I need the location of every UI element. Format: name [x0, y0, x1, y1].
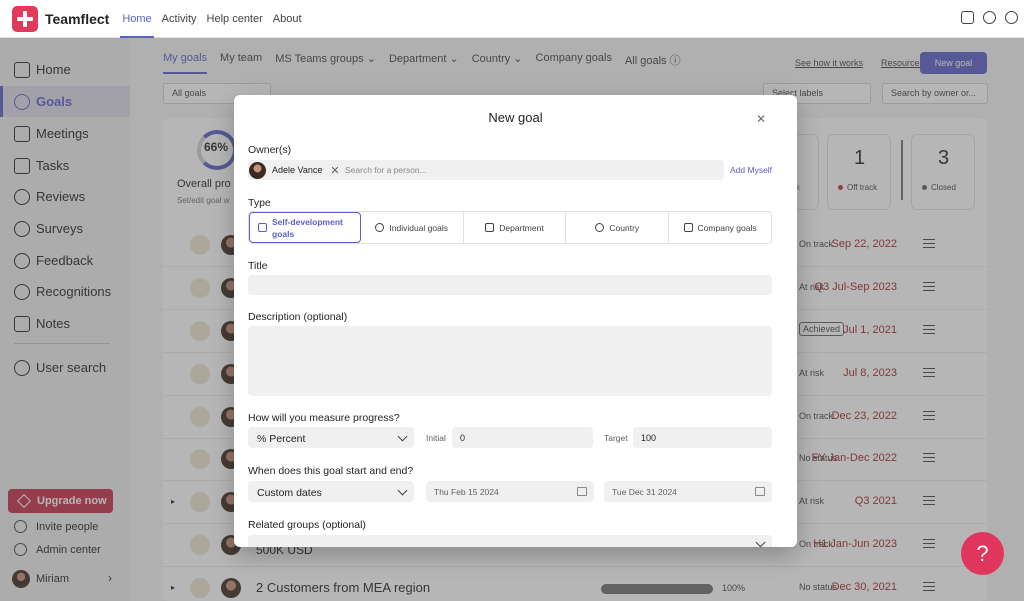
related-groups-select[interactable] — [248, 535, 772, 547]
tab-home[interactable]: Home — [117, 0, 156, 38]
type-label: Self-development goals — [272, 216, 343, 239]
target-label: Target — [604, 433, 628, 443]
owners-label: Owner(s) — [248, 144, 292, 156]
description-label: Description (optional) — [248, 311, 348, 323]
tab-activity[interactable]: Activity — [157, 0, 202, 38]
title-label: Title — [248, 260, 268, 272]
globe-icon[interactable] — [1005, 11, 1018, 24]
dates-value: Custom dates — [257, 487, 322, 499]
initial-input[interactable]: 0 — [452, 427, 593, 448]
end-date-value: Tue Dec 31 2024 — [612, 487, 677, 497]
building-icon — [683, 223, 693, 232]
self-development-icon — [258, 223, 267, 232]
type-label: Type — [248, 197, 271, 209]
tab-about[interactable]: About — [268, 0, 307, 38]
owner-picker[interactable]: Adele Vance ✕ Search for a person... — [248, 160, 724, 180]
owner-chip: Adele Vance ✕ — [249, 161, 340, 179]
start-date-value: Thu Feb 15 2024 — [434, 487, 499, 497]
measure-value: % Percent — [257, 433, 306, 445]
measure-label: How will you measure progress? — [248, 412, 400, 424]
globe-icon — [595, 223, 605, 232]
dates-select[interactable]: Custom dates — [248, 481, 414, 502]
end-date-picker[interactable]: Tue Dec 31 2024 — [604, 481, 772, 502]
type-self-development[interactable]: Self-development goals — [249, 212, 361, 243]
title-input[interactable] — [248, 275, 772, 295]
type-company[interactable]: Company goals — [669, 212, 771, 243]
chevron-down-icon — [755, 537, 766, 547]
refresh-icon[interactable] — [983, 11, 996, 24]
popout-icon[interactable] — [961, 11, 974, 24]
brand-name: Teamflect — [45, 10, 110, 27]
chevron-down-icon — [397, 431, 408, 442]
calendar-icon — [577, 487, 587, 496]
related-groups-label: Related groups (optional) — [248, 519, 366, 531]
teamflect-logo — [12, 5, 38, 32]
remove-owner-icon[interactable]: ✕ — [330, 164, 339, 177]
description-textarea[interactable] — [248, 326, 772, 396]
type-department[interactable]: Department — [464, 212, 567, 243]
dates-label: When does this goal start and end? — [248, 465, 414, 477]
type-individual[interactable]: Individual goals — [361, 212, 464, 243]
help-button[interactable]: ? — [961, 532, 1004, 575]
type-label: Company goals — [697, 222, 757, 233]
type-label: Country — [609, 222, 640, 233]
target-value: 100 — [641, 433, 657, 443]
owner-search-input[interactable]: Search for a person... — [345, 165, 427, 175]
measure-select[interactable]: % Percent — [248, 427, 414, 448]
avatar — [249, 161, 266, 179]
chevron-down-icon — [397, 485, 408, 496]
close-icon[interactable]: ✕ — [755, 113, 767, 125]
top-navigation: Home Activity Help center About — [117, 0, 306, 38]
owner-chip-name: Adele Vance — [272, 165, 323, 175]
calendar-icon — [755, 487, 765, 496]
initial-label: Initial — [426, 433, 446, 443]
org-chart-icon — [485, 223, 495, 232]
add-myself-link[interactable]: Add Myself — [730, 165, 772, 175]
type-country[interactable]: Country — [566, 212, 670, 243]
type-label: Individual goals — [389, 222, 448, 233]
initial-value: 0 — [460, 433, 466, 443]
window-icons — [961, 11, 1018, 24]
dialog-title: New goal — [488, 110, 543, 125]
type-label: Department — [499, 222, 544, 233]
start-date-picker[interactable]: Thu Feb 15 2024 — [426, 481, 594, 502]
new-goal-dialog: New goal ✕ Owner(s) Adele Vance ✕ Search… — [234, 95, 797, 547]
tab-help-center[interactable]: Help center — [202, 0, 268, 38]
person-icon — [375, 223, 385, 232]
top-bar: Teamflect Home Activity Help center Abou… — [0, 0, 1024, 38]
target-input[interactable]: 100 — [633, 427, 772, 448]
goal-type-selector: Self-development goals Individual goals … — [248, 211, 772, 244]
